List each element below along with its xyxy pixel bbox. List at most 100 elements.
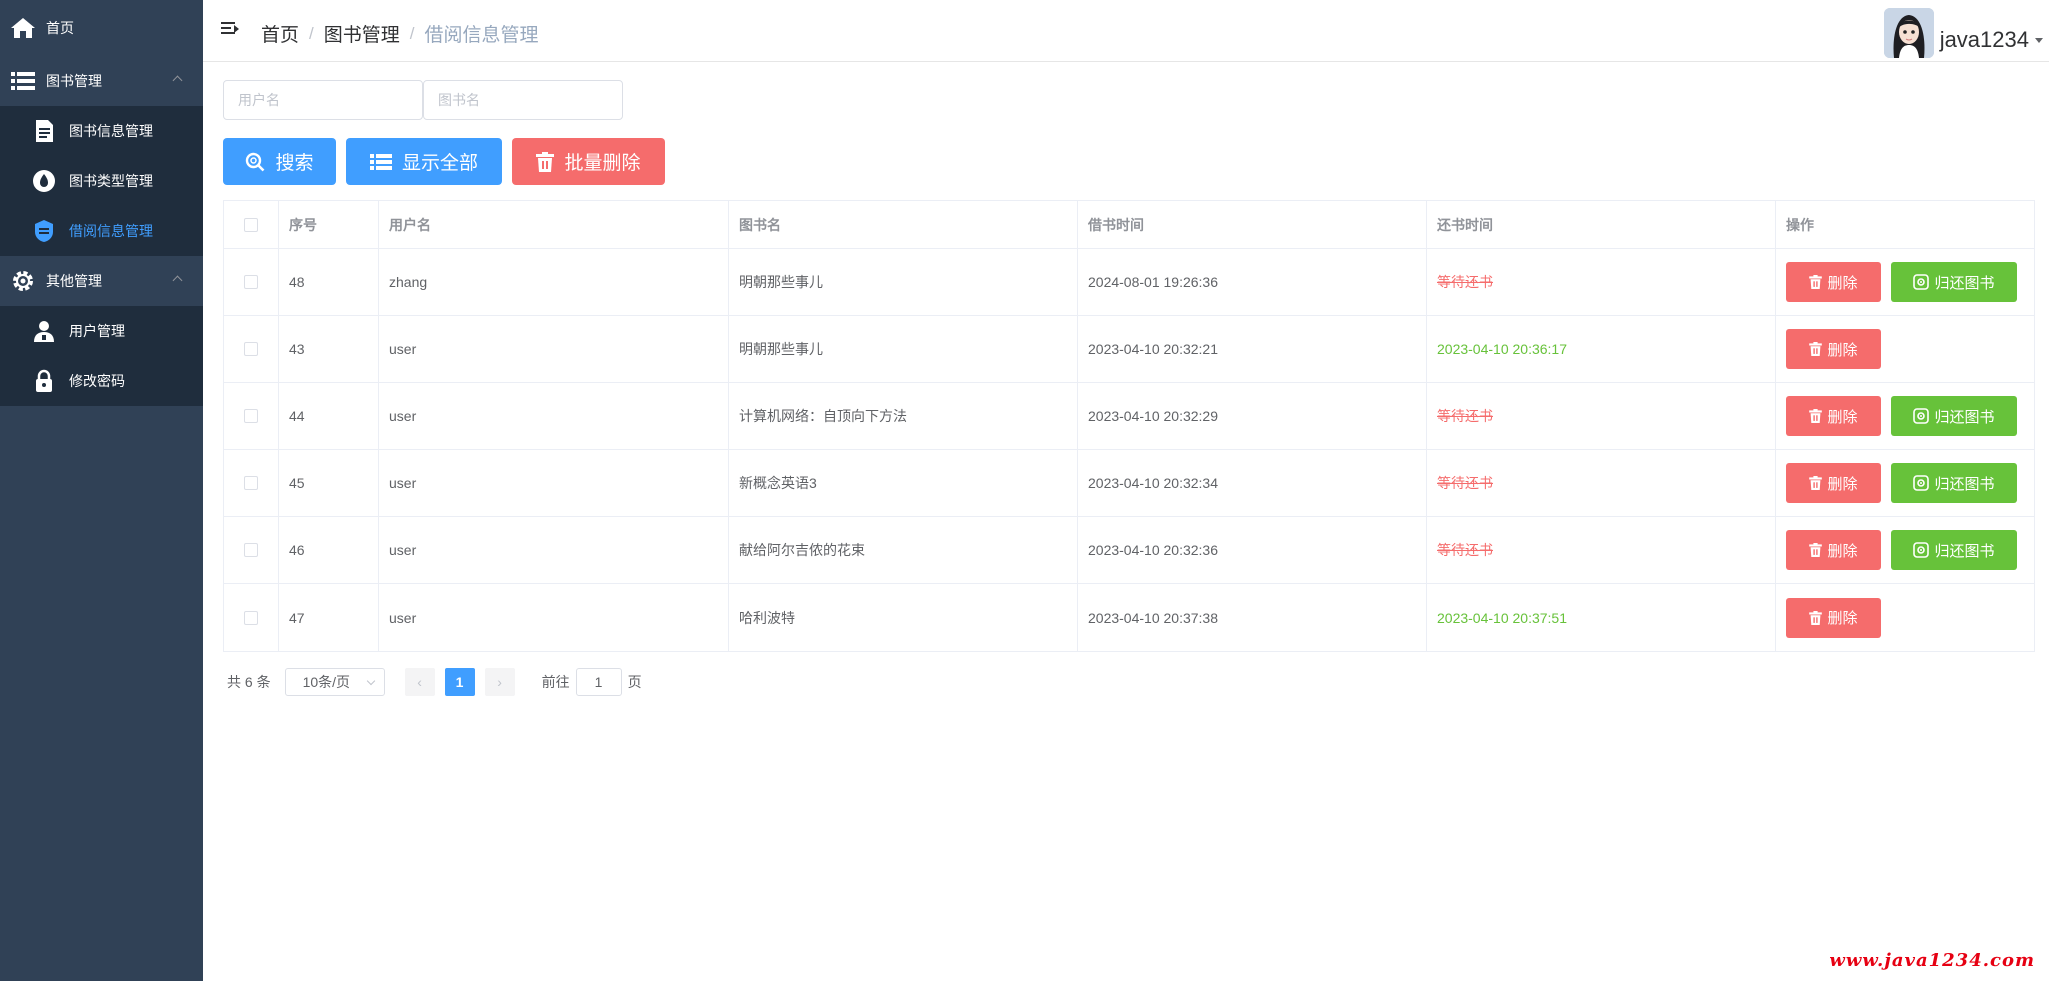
sidebar-item-book-info[interactable]: 图书信息管理 bbox=[0, 106, 203, 156]
cell-return-time: 等待还书 bbox=[1427, 249, 1776, 315]
sidebar-item-label: 用户管理 bbox=[69, 323, 125, 339]
username-filter-input[interactable] bbox=[223, 80, 423, 120]
chevron-up-icon bbox=[172, 75, 183, 86]
select-cell bbox=[224, 584, 279, 651]
delete-button[interactable]: 删除 bbox=[1786, 597, 1881, 638]
view-icon bbox=[1913, 274, 1930, 290]
next-page-button[interactable]: › bbox=[484, 668, 515, 696]
trash-icon bbox=[1809, 543, 1823, 557]
cell-actions: 删除 归还图书 bbox=[1776, 383, 2034, 449]
delete-button-label: 删除 bbox=[1827, 475, 1858, 493]
cell-actions: 删除 归还图书 bbox=[1776, 517, 2034, 583]
caret-down-icon bbox=[2035, 37, 2043, 43]
cell-bookname: 计算机网络：自顶向下方法 bbox=[729, 383, 1078, 449]
return-book-button-label: 归还图书 bbox=[1934, 274, 1995, 292]
sidebar-item-home[interactable]: 首页 bbox=[0, 0, 203, 56]
trash-icon bbox=[1809, 610, 1823, 625]
table-body: 48 zhang 明朝那些事儿 2024-08-01 19:26:36 等待还书 删除 归还… bbox=[224, 249, 2034, 651]
search-button[interactable]: 搜索 bbox=[223, 138, 336, 185]
row-checkbox[interactable] bbox=[244, 409, 258, 423]
cell-actions: 删除 归还图书 bbox=[1776, 450, 2034, 516]
drop-icon bbox=[31, 168, 57, 194]
row-checkbox[interactable] bbox=[244, 275, 258, 289]
cell-username: user bbox=[379, 517, 729, 583]
cell-id: 43 bbox=[279, 316, 379, 382]
prev-page-button[interactable]: ‹ bbox=[404, 668, 435, 696]
return-book-button[interactable]: 归还图书 bbox=[1891, 530, 2017, 570]
header: 首页 / 图书管理 / 借阅信息管理 java1234 bbox=[203, 0, 2049, 62]
view-icon bbox=[1913, 408, 1930, 424]
delete-button[interactable]: 删除 bbox=[1786, 396, 1881, 436]
sidebar-item-book-type[interactable]: 图书类型管理 bbox=[0, 156, 203, 206]
breadcrumb-separator: / bbox=[409, 23, 415, 43]
delete-button[interactable]: 删除 bbox=[1786, 262, 1881, 302]
row-checkbox[interactable] bbox=[244, 543, 258, 557]
cell-borrow-time: 2023-04-10 20:32:36 bbox=[1078, 517, 1427, 583]
hamburger-icon[interactable] bbox=[221, 22, 239, 38]
column-header-username: 用户名 bbox=[379, 201, 729, 248]
row-checkbox[interactable] bbox=[244, 476, 258, 490]
cell-bookname: 献给阿尔吉侬的花束 bbox=[729, 517, 1078, 583]
cell-actions: 删除 bbox=[1776, 584, 2034, 651]
return-book-button[interactable]: 归还图书 bbox=[1891, 396, 2017, 436]
gear-icon bbox=[10, 268, 36, 294]
sidebar-item-label: 图书信息管理 bbox=[69, 123, 153, 139]
column-header-bookname: 图书名 bbox=[729, 201, 1078, 248]
delete-button-label: 删除 bbox=[1827, 341, 1858, 359]
select-cell bbox=[224, 316, 279, 382]
cell-bookname: 明朝那些事儿 bbox=[729, 249, 1078, 315]
sidebar-item-label: 图书管理 bbox=[46, 73, 102, 89]
batch-delete-button[interactable]: 批量删除 bbox=[512, 138, 665, 185]
page-number-1[interactable]: 1 bbox=[444, 668, 475, 696]
table-header-row: 序号 用户名 图书名 借书时间 还书时间 操作 bbox=[224, 201, 2034, 249]
sidebar-item-label: 首页 bbox=[46, 20, 74, 36]
chevron-up-icon bbox=[172, 275, 183, 286]
pending-return-status: 等待还书 bbox=[1437, 475, 1493, 491]
return-book-button[interactable]: 归还图书 bbox=[1891, 463, 2017, 503]
breadcrumb-current: 借阅信息管理 bbox=[424, 25, 539, 46]
badge-icon bbox=[31, 218, 57, 244]
sidebar-item-borrow-info[interactable]: 借阅信息管理 bbox=[0, 206, 203, 256]
delete-button[interactable]: 删除 bbox=[1786, 329, 1881, 369]
page-size-select[interactable]: 10条/页 bbox=[284, 668, 385, 696]
goto-page-input[interactable] bbox=[575, 668, 622, 696]
page-size-value: 10条/页 bbox=[302, 674, 351, 690]
sidebar-item-label: 图书类型管理 bbox=[69, 173, 153, 189]
sidebar-item-user-management[interactable]: 用户管理 bbox=[0, 306, 203, 356]
delete-button[interactable]: 删除 bbox=[1786, 530, 1881, 570]
view-icon bbox=[1913, 542, 1930, 558]
show-all-button[interactable]: 显示全部 bbox=[346, 138, 502, 185]
user-dropdown[interactable]: java1234 bbox=[1883, 0, 2049, 62]
batch-delete-button-label: 批量删除 bbox=[564, 153, 641, 174]
table-row: 48 zhang 明朝那些事儿 2024-08-01 19:26:36 等待还书 删除 归还… bbox=[224, 249, 2034, 316]
watermark: www.java1234.com bbox=[1829, 950, 2035, 971]
select-all-checkbox[interactable] bbox=[244, 217, 258, 232]
trash-icon bbox=[1809, 342, 1823, 356]
cell-return-time: 等待还书 bbox=[1427, 383, 1776, 449]
view-icon bbox=[1913, 475, 1930, 491]
sidebar-item-other-management[interactable]: 其他管理 bbox=[0, 256, 203, 306]
list-icon bbox=[369, 153, 392, 171]
column-header-return-time: 还书时间 bbox=[1427, 201, 1776, 248]
row-checkbox[interactable] bbox=[244, 610, 258, 625]
cell-actions: 删除 归还图书 bbox=[1776, 249, 2034, 315]
table-row: 45 user 新概念英语3 2023-04-10 20:32:34 等待还书 删除 归还图… bbox=[224, 450, 2034, 517]
bookname-filter-input[interactable] bbox=[423, 80, 623, 120]
list-icon bbox=[10, 68, 36, 94]
sidebar-item-book-management[interactable]: 图书管理 bbox=[0, 56, 203, 106]
cell-borrow-time: 2023-04-10 20:32:21 bbox=[1078, 316, 1427, 382]
chevron-down-icon bbox=[366, 676, 375, 686]
sidebar-item-label: 其他管理 bbox=[46, 273, 102, 289]
row-checkbox[interactable] bbox=[244, 342, 258, 356]
trash-icon bbox=[1809, 476, 1823, 490]
breadcrumb: 首页 / 图书管理 / 借阅信息管理 bbox=[261, 20, 539, 47]
pagination-total: 共 6 条 bbox=[227, 674, 271, 690]
breadcrumb-home[interactable]: 首页 bbox=[261, 20, 299, 47]
delete-button[interactable]: 删除 bbox=[1786, 463, 1881, 503]
cell-bookname: 明朝那些事儿 bbox=[729, 316, 1078, 382]
cell-username: user bbox=[379, 316, 729, 382]
table-row: 46 user 献给阿尔吉侬的花束 2023-04-10 20:32:36 等待还书 删除… bbox=[224, 517, 2034, 584]
sidebar-item-change-password[interactable]: 修改密码 bbox=[0, 356, 203, 406]
return-book-button[interactable]: 归还图书 bbox=[1891, 262, 2017, 302]
goto-prefix: 前往 bbox=[541, 674, 570, 690]
